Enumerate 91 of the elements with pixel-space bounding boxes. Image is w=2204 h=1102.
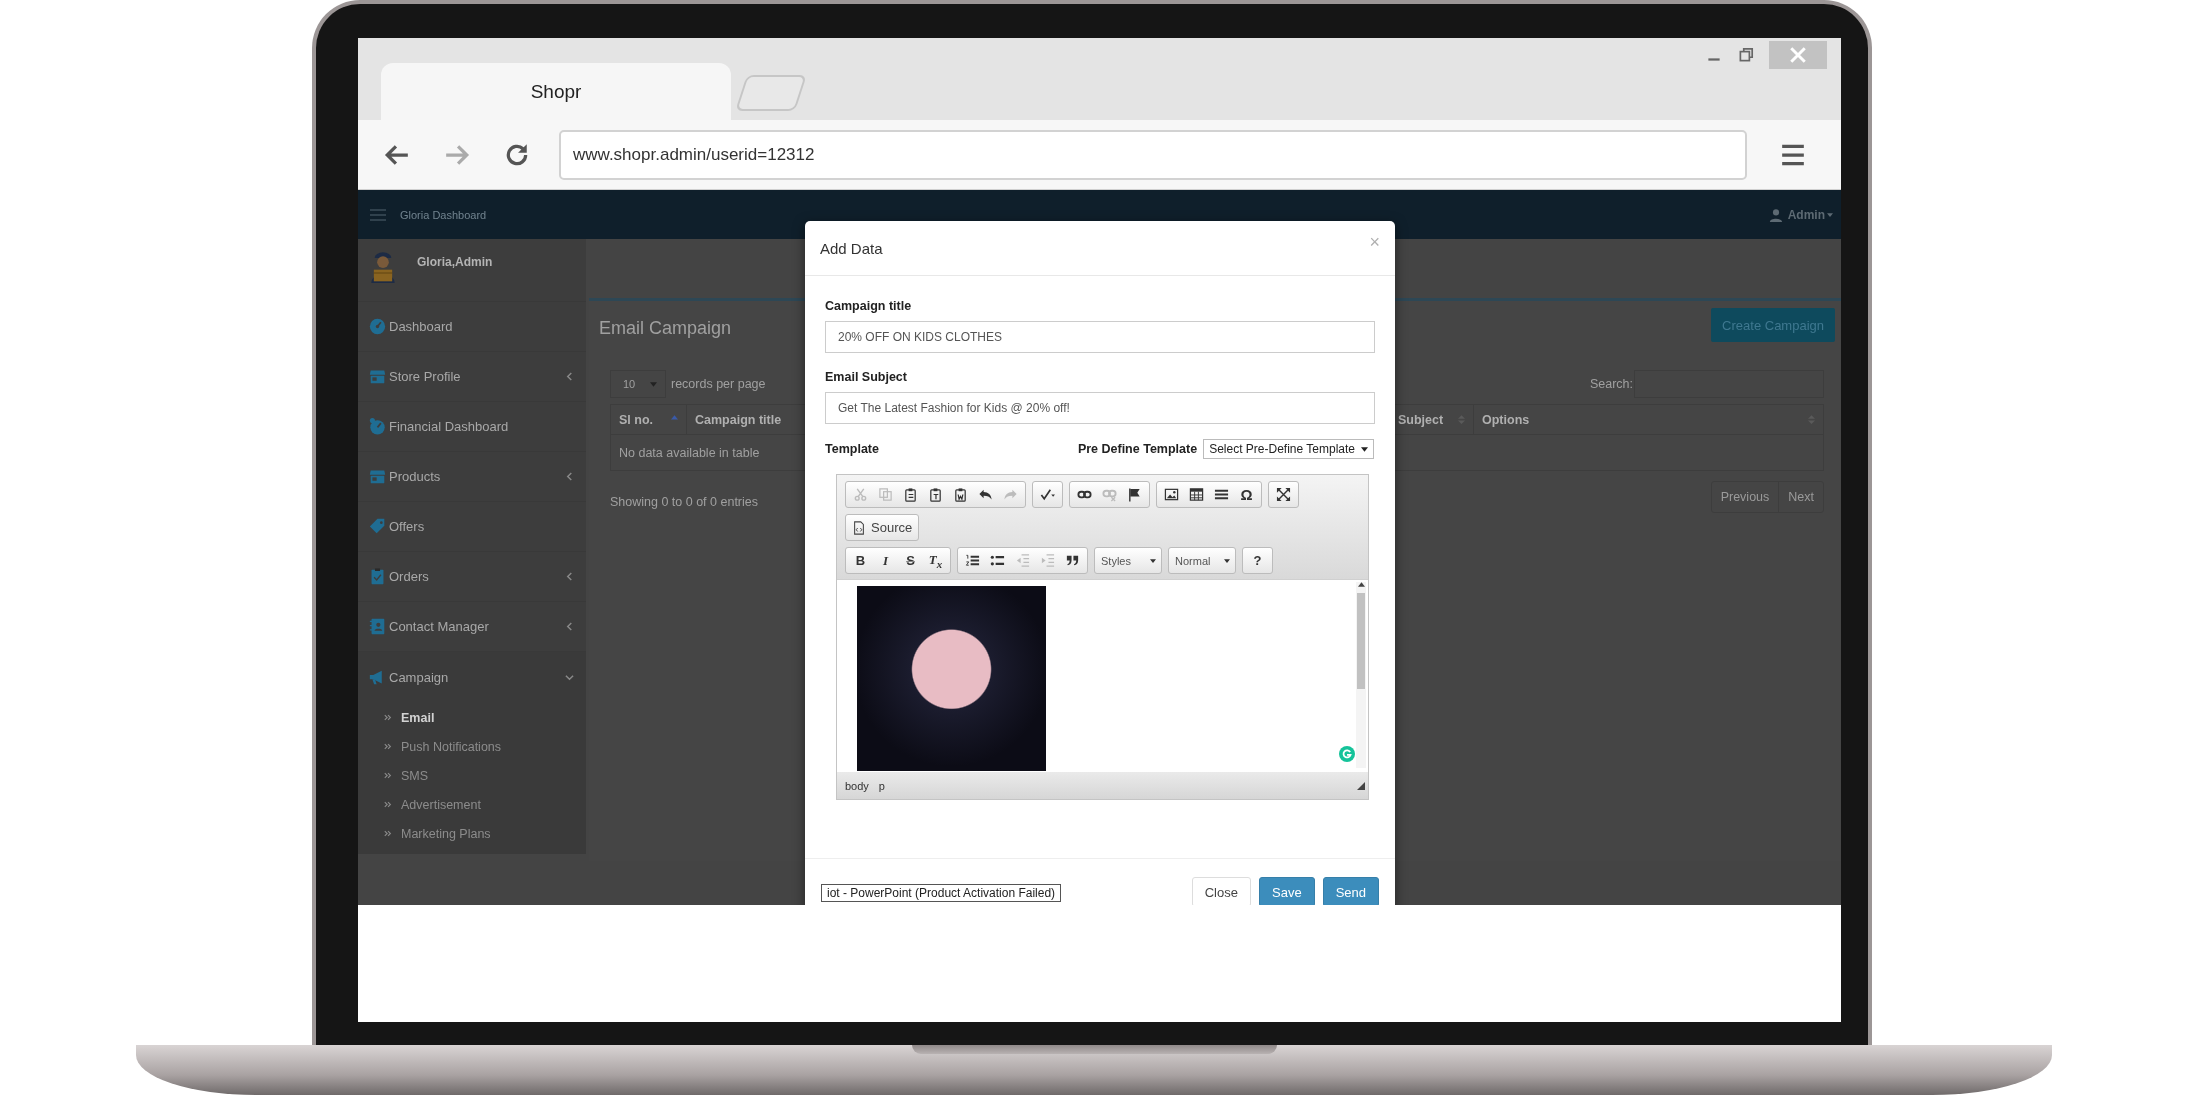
- menu-item-icon: [369, 518, 386, 535]
- image-icon: [1164, 487, 1179, 502]
- user-icon: [1768, 207, 1783, 222]
- scissors-icon: [853, 487, 868, 502]
- page-title: Email Campaign: [599, 318, 732, 339]
- caret-icon: [1361, 446, 1368, 452]
- double-chevron-icon: [384, 830, 392, 837]
- numbered-list-icon: [965, 553, 980, 568]
- address-bar[interactable]: www.shopr.admin/userid=12312: [559, 129, 1747, 180]
- menu-item-icon: [369, 318, 386, 335]
- submenu-item[interactable]: Push Notifications: [358, 732, 586, 761]
- user-name: Gloria,Admin: [417, 255, 493, 269]
- source-button[interactable]: Source: [848, 516, 917, 539]
- table-icon: [1189, 487, 1204, 502]
- horizontal-line-icon: [1214, 487, 1229, 502]
- outdent-icon: [1015, 553, 1030, 568]
- column-header[interactable]: Sl no.: [611, 405, 687, 434]
- dialog-button[interactable]: Close: [1191, 877, 1251, 905]
- document-code-icon: [852, 520, 866, 535]
- paste-text-icon: [928, 487, 943, 502]
- caret-icon: [1827, 212, 1833, 217]
- flag-icon: [1127, 487, 1142, 502]
- empty-table-message: No data available in table: [619, 445, 760, 460]
- sidebar-item[interactable]: Dashboard: [358, 302, 586, 352]
- scrollbar[interactable]: [1356, 582, 1366, 768]
- format-dropdown[interactable]: Normal: [1169, 549, 1235, 572]
- double-chevron-icon: [384, 714, 392, 721]
- search-label: Search:: [1589, 377, 1633, 391]
- sidebar-item[interactable]: Orders: [358, 552, 586, 602]
- format-button[interactable]: T$_{x}$: [923, 549, 948, 572]
- column-header[interactable]: Options: [1474, 405, 1823, 434]
- page-size-label: records per page: [671, 377, 766, 391]
- page-size-select[interactable]: 10: [610, 370, 666, 398]
- restore-icon[interactable]: [1737, 46, 1755, 64]
- user-menu[interactable]: Admin: [1787, 207, 1825, 222]
- bulleted-list-icon: [990, 553, 1005, 568]
- close-icon: [1789, 46, 1807, 64]
- brand-name: Gloria Dashboard: [400, 208, 487, 221]
- input-field[interactable]: Get The Latest Fashion for Kids @ 20% off!: [825, 392, 1375, 424]
- browser-tab[interactable]: Shopr: [381, 63, 731, 120]
- template-select[interactable]: Select Pre-Define Template: [1203, 439, 1374, 459]
- caret-icon: [1150, 558, 1156, 563]
- menu-item-icon: [369, 368, 386, 385]
- format-dropdown[interactable]: Styles: [1095, 549, 1161, 572]
- sidebar-item[interactable]: Store Profile: [358, 352, 586, 402]
- copy-icon: [878, 487, 893, 502]
- table-info: Showing 0 to 0 of 0 entries: [610, 495, 758, 509]
- sidebar-item[interactable]: Products: [358, 452, 586, 502]
- pagination-button[interactable]: Next: [1779, 482, 1823, 512]
- menu-item-icon: [369, 468, 386, 485]
- format-button[interactable]: ?: [1245, 549, 1270, 572]
- resize-grip-icon[interactable]: [1357, 781, 1365, 790]
- format-button[interactable]: I: [873, 549, 898, 572]
- dialog-button[interactable]: Send: [1322, 877, 1379, 905]
- format-button[interactable]: Ω: [1234, 483, 1259, 506]
- menu-item-icon: [369, 618, 386, 635]
- field-label: Email Subject: [825, 369, 908, 385]
- paste-icon: [903, 487, 918, 502]
- dialog-button[interactable]: Save: [1259, 877, 1315, 905]
- reload-icon[interactable]: [504, 141, 530, 168]
- paste-document-icon: [953, 487, 968, 502]
- submenu-item[interactable]: SMS: [358, 761, 586, 790]
- up-arrow-icon[interactable]: [1357, 582, 1365, 587]
- submenu-item[interactable]: Advertisement: [358, 790, 586, 819]
- field-label: Pre Define Template: [1077, 441, 1198, 457]
- submenu-item[interactable]: Email: [358, 703, 586, 732]
- sidebar-item[interactable]: Financial Dashboard: [358, 402, 586, 452]
- unlink-icon: [1102, 487, 1117, 502]
- menu-item-icon: [369, 418, 386, 435]
- input-field[interactable]: 20% OFF ON KIDS CLOTHES: [825, 321, 1375, 353]
- double-chevron-icon: [384, 772, 392, 779]
- quote-icon: [1065, 553, 1080, 568]
- element-path-item[interactable]: body: [845, 779, 869, 792]
- person-with-box-icon: [368, 250, 398, 286]
- dialog-title: Add Data: [820, 239, 883, 257]
- double-chevron-icon: [384, 801, 392, 808]
- field-label: Template: [825, 441, 879, 457]
- element-path-item[interactable]: p: [878, 779, 885, 792]
- format-button[interactable]: B: [848, 549, 873, 572]
- tooltip: iot - PowerPoint (Product Activation Failed): [821, 884, 1062, 902]
- double-chevron-icon: [384, 743, 392, 750]
- caret-icon: [650, 381, 657, 387]
- caret-icon: [1224, 558, 1230, 563]
- sidebar-item[interactable]: Offers: [358, 502, 586, 552]
- maximize-icon: [1276, 487, 1291, 502]
- indent-icon: [1040, 553, 1055, 568]
- spellcheck-icon: [1040, 487, 1055, 502]
- pagination-button[interactable]: Previous: [1711, 482, 1780, 512]
- field-label: Campaign title: [825, 298, 913, 314]
- submenu-item[interactable]: Marketing Plans: [358, 819, 586, 848]
- menu-item-icon: [369, 568, 386, 585]
